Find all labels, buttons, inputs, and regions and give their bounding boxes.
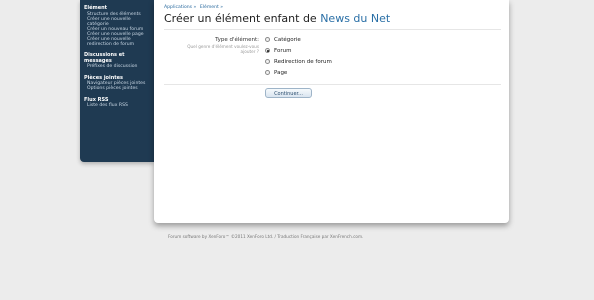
main-panel: Applications » Elément » Créer un élémen…: [154, 0, 509, 223]
element-type-label: Type d'élément:: [215, 37, 259, 43]
radio-button[interactable]: [265, 37, 270, 42]
element-type-hint: Quel genre d'élément voulez-vous ajouter…: [164, 44, 259, 54]
radio-button[interactable]: [265, 70, 270, 75]
footer-copyright: Forum software by XenForo™ ©2011 XenForo…: [168, 234, 364, 239]
radio-label: Page: [274, 69, 288, 76]
radio-button[interactable]: [265, 59, 270, 64]
sidebar-section-element: Elément Structure des éléments Créer une…: [80, 5, 154, 47]
sidebar-section-attachments: Pièces jointes Navigateur pièces jointes…: [80, 75, 154, 91]
breadcrumb: Applications » Elément »: [164, 5, 225, 10]
divider: [164, 84, 501, 85]
sidebar-item-rss-list[interactable]: Liste des flux RSS: [80, 103, 154, 108]
page-title-prefix: Créer un élément enfant de: [164, 12, 321, 25]
breadcrumb-element[interactable]: Elément »: [200, 5, 223, 10]
radio-label: Forum: [274, 47, 292, 54]
page-title: Créer un élément enfant de News du Net: [164, 12, 390, 25]
divider: [164, 29, 501, 30]
radio-option-forum[interactable]: Forum: [265, 46, 291, 55]
radio-option-redirect[interactable]: Redirection de forum: [265, 57, 332, 66]
radio-label: Catégorie: [274, 36, 301, 43]
sidebar-section-discussions: Discussions et messages Préfixes de disc…: [80, 52, 154, 69]
page-title-forum-name: News du Net: [320, 12, 391, 25]
element-type-hint-line2: ajouter ?: [240, 49, 259, 54]
radio-option-category[interactable]: Catégorie: [265, 35, 301, 44]
sidebar-heading: Discussions et messages: [84, 52, 125, 64]
radio-label: Redirection de forum: [274, 58, 332, 65]
form-label: Type d'élément: Quel genre d'élément vou…: [164, 37, 259, 54]
sidebar-section-rss: Flux RSS Liste des flux RSS: [80, 97, 154, 108]
radio-button-checked[interactable]: [265, 48, 270, 53]
radio-option-page[interactable]: Page: [265, 68, 287, 77]
sidebar: Elément Structure des éléments Créer une…: [80, 0, 154, 162]
continue-button[interactable]: Continuer...: [265, 88, 312, 98]
breadcrumb-applications[interactable]: Applications »: [164, 5, 196, 10]
